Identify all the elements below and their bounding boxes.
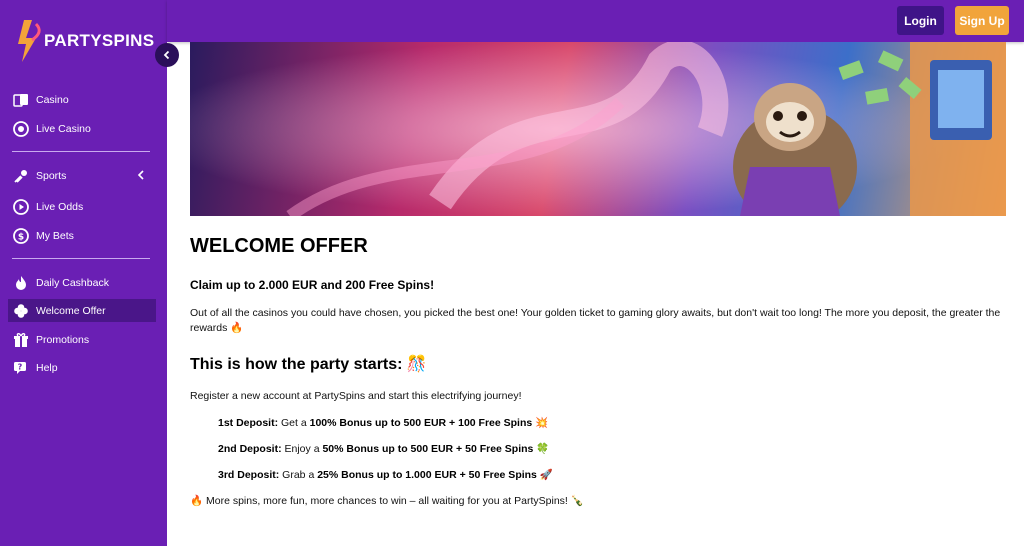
register-text: Register a new account at PartySpins and… (190, 390, 522, 402)
deposit-label: 2nd Deposit: (218, 443, 282, 455)
sidebar-item-live-casino[interactable]: Live Casino (8, 117, 156, 140)
help-chat-icon: ? (12, 359, 30, 377)
chevron-left-icon (137, 170, 144, 180)
sidebar-item-label: Live Casino (36, 122, 91, 135)
deposit-emoji: 💥 (532, 417, 549, 429)
sports-icon (12, 167, 30, 185)
deposit-bonus: 25% Bonus up to 1.000 EUR + 50 Free Spin… (317, 469, 537, 481)
chip-icon (12, 120, 30, 138)
deposit-verb: Get a (278, 417, 310, 429)
sidebar-item-label: Welcome Offer (36, 304, 106, 317)
svg-text:?: ? (18, 362, 23, 371)
sidebar-item-label: Help (36, 361, 58, 374)
chevron-left-icon (163, 50, 170, 60)
coin-icon: $ (12, 227, 30, 245)
sidebar-item-label: Sports (36, 169, 67, 182)
brand-name: PARTYSPINS (44, 31, 155, 50)
play-icon (12, 198, 30, 216)
flame-icon (12, 274, 30, 292)
sidebar-item-live-odds[interactable]: Live Odds (8, 195, 156, 218)
sidebar-item-promotions[interactable]: Promotions (8, 328, 156, 351)
deposit-emoji: 🚀 (536, 469, 553, 481)
signup-button[interactable]: Sign Up (955, 6, 1009, 35)
sidebar-item-label: Casino (36, 93, 69, 106)
offer-headline: Claim up to 2.000 EUR and 200 Free Spins… (190, 278, 435, 292)
sidebar-item-daily-cashback[interactable]: Daily Cashback (8, 271, 156, 294)
deposit-item-1: 1st Deposit: Get a 100% Bonus up to 500 … (218, 416, 548, 429)
intro-paragraph: Out of all the casinos you could have ch… (190, 307, 1001, 334)
cards-icon (12, 91, 30, 109)
sidebar-item-label: Daily Cashback (36, 276, 109, 289)
collapse-sidebar-button[interactable] (155, 43, 179, 67)
deposit-emoji: 🍀 (533, 443, 550, 455)
sidebar-item-help[interactable]: ? Help (8, 356, 156, 379)
sidebar: PARTYSPINS Casino Live Casino Sports Liv… (0, 0, 179, 546)
welcome-offer-banner (190, 42, 1006, 216)
sidebar-divider (12, 151, 150, 152)
deposit-item-3: 3rd Deposit: Grab a 25% Bonus up to 1.00… (218, 468, 553, 481)
sidebar-item-my-bets[interactable]: $ My Bets (8, 224, 156, 247)
login-button[interactable]: Login (897, 6, 944, 35)
gift-icon (12, 331, 30, 349)
sidebar-item-label: Promotions (36, 333, 90, 346)
closing-text: 🔥 More spins, more fun, more chances to … (190, 495, 584, 507)
sidebar-item-label: My Bets (36, 229, 74, 242)
deposit-label: 3rd Deposit: (218, 469, 280, 481)
deposit-bonus: 100% Bonus up to 500 EUR + 100 Free Spin… (309, 417, 533, 429)
top-header (167, 0, 1024, 42)
banner-illustration (190, 42, 1006, 216)
clover-icon (12, 302, 30, 320)
sidebar-item-label: Live Odds (36, 200, 84, 213)
sidebar-divider (12, 258, 150, 259)
sidebar-item-welcome-offer[interactable]: Welcome Offer (8, 299, 156, 322)
deposit-label: 1st Deposit: (218, 417, 279, 429)
section-title: This is how the party starts: 🎊 (190, 356, 427, 373)
deposit-verb: Grab a (279, 469, 318, 481)
page-title: WELCOME OFFER (190, 235, 368, 257)
deposit-verb: Enjoy a (281, 443, 323, 455)
deposit-bonus: 50% Bonus up to 500 EUR + 50 Free Spins (322, 443, 534, 455)
sidebar-item-sports[interactable]: Sports (8, 164, 156, 187)
deposit-item-2: 2nd Deposit: Enjoy a 50% Bonus up to 500… (218, 442, 549, 455)
sidebar-item-casino[interactable]: Casino (8, 88, 156, 111)
svg-text:$: $ (18, 232, 24, 242)
